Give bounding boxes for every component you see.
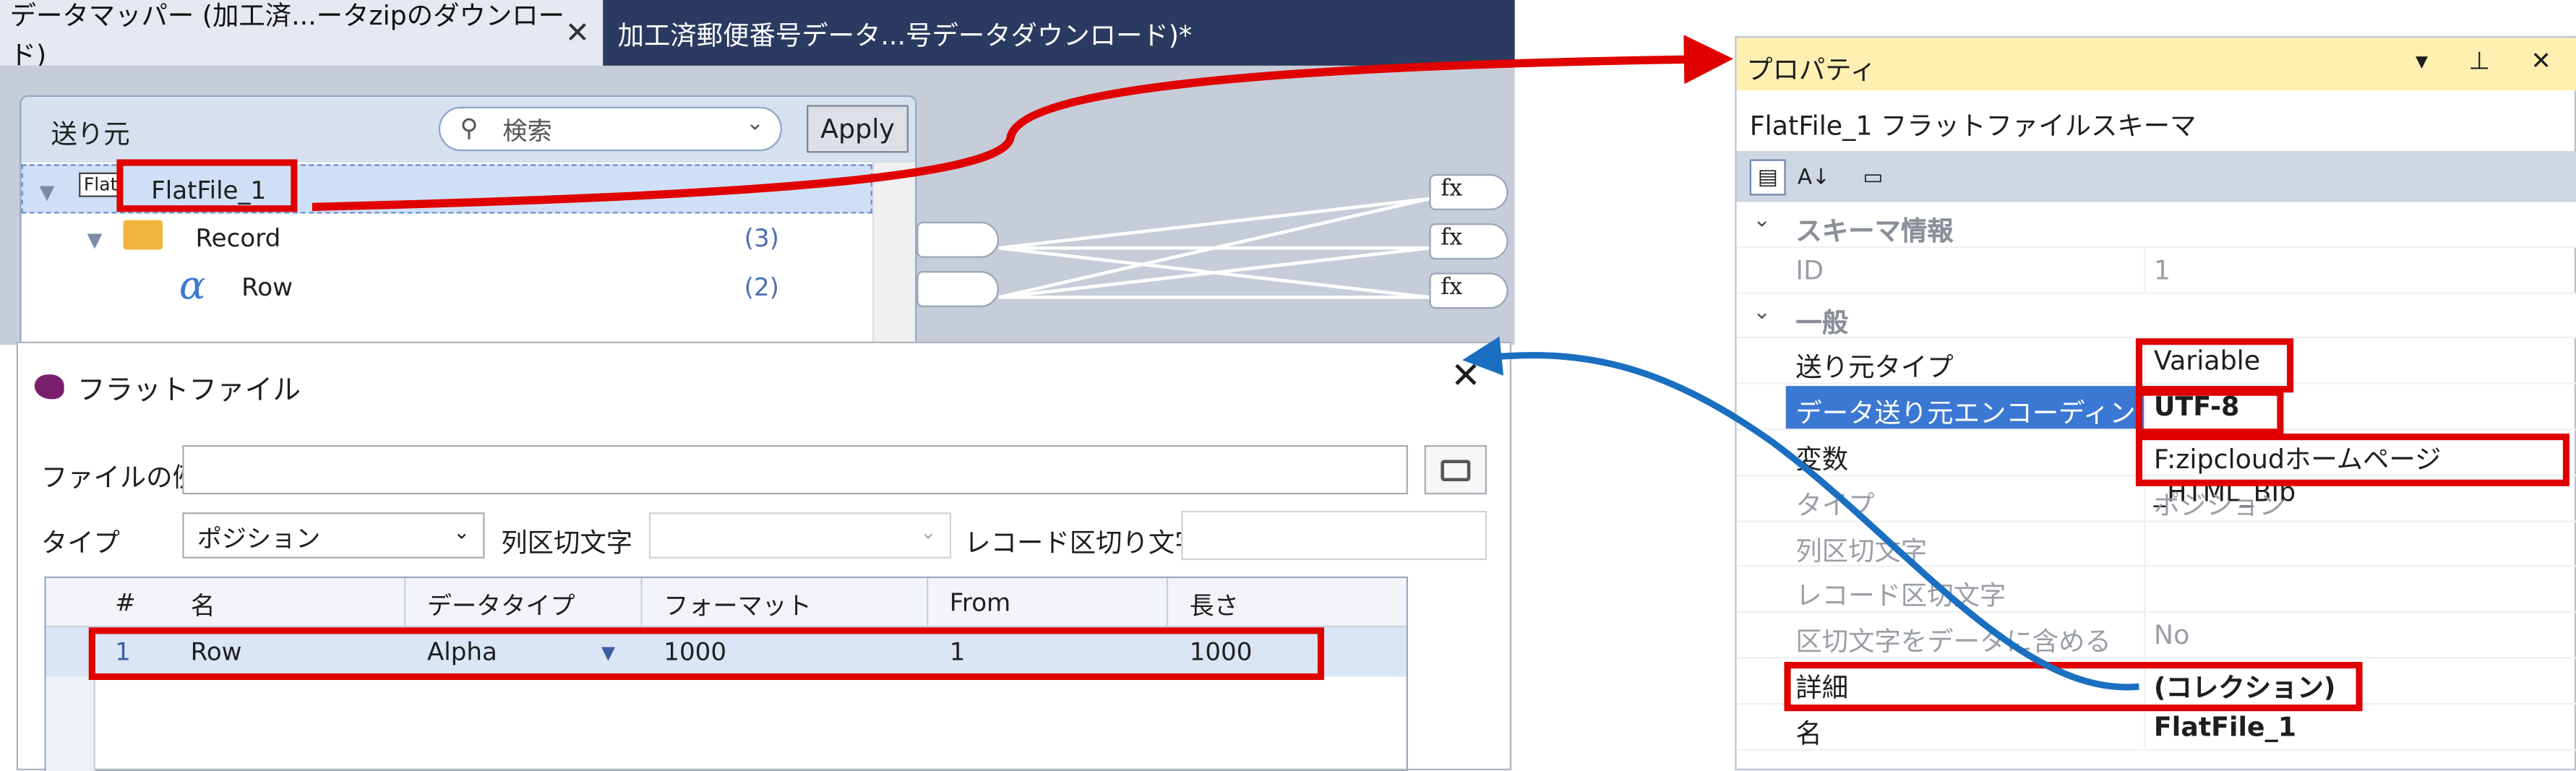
blue-arrow bbox=[1462, 336, 2139, 691]
red-arrow bbox=[312, 35, 1734, 212]
annotation-arrows bbox=[312, 35, 2139, 691]
